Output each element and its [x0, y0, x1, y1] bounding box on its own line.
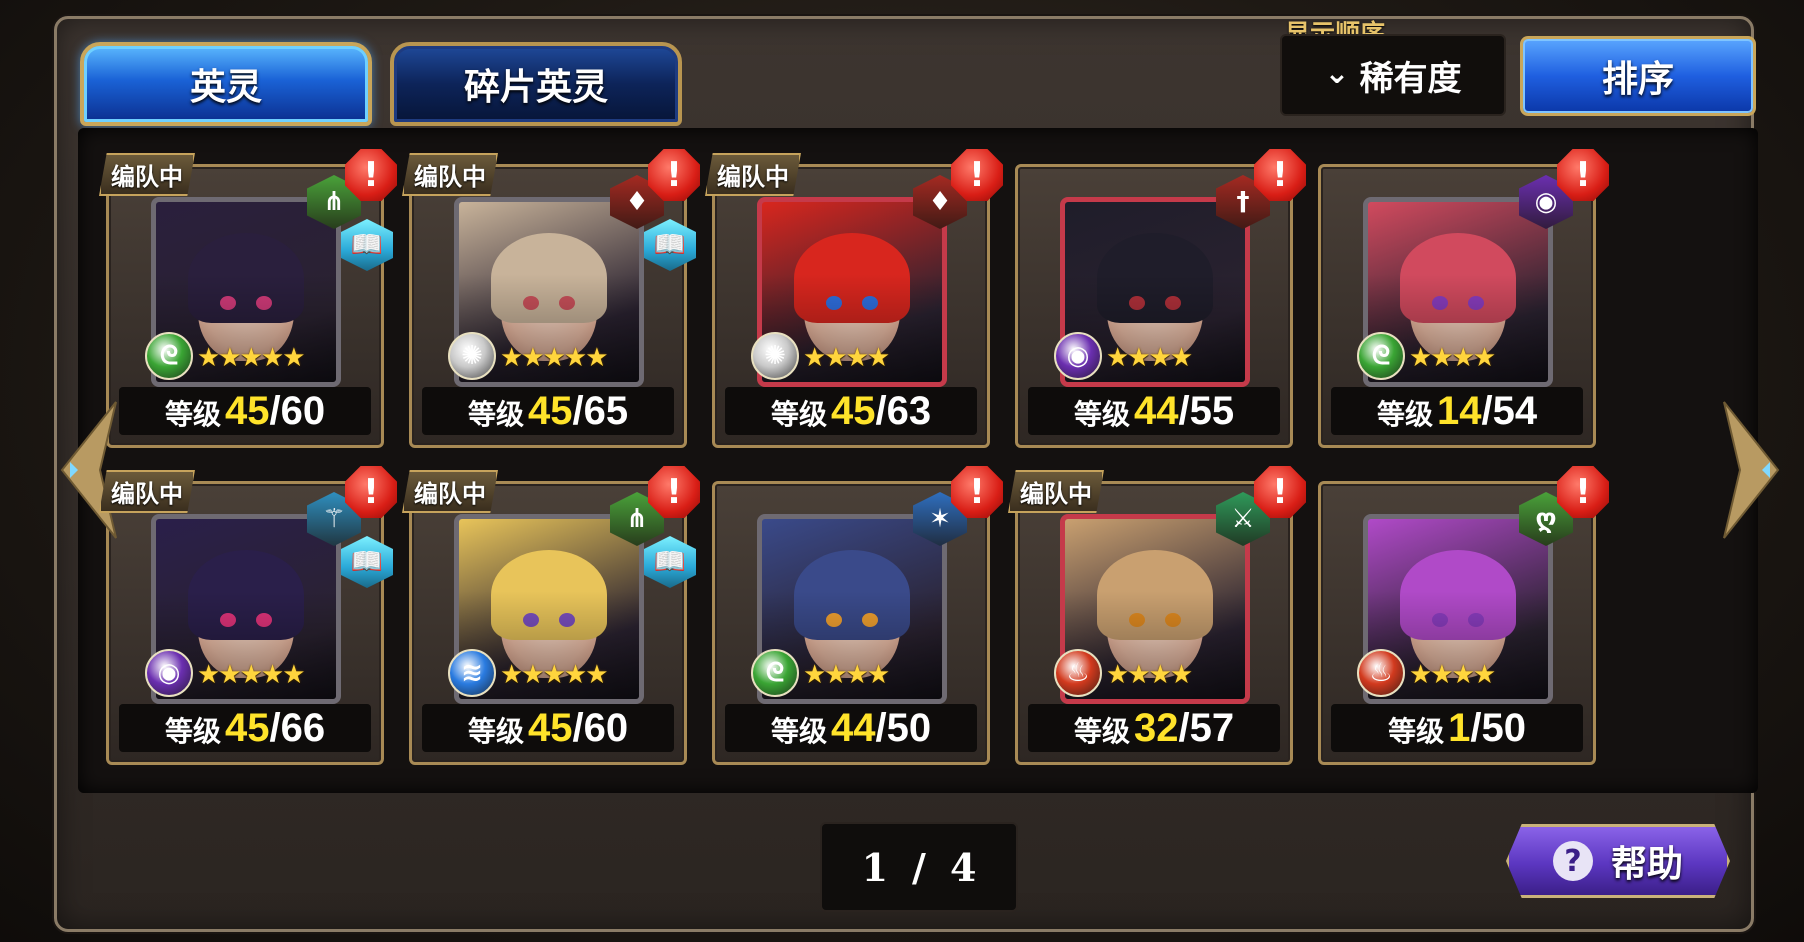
level-display: 等级 32/57 — [1028, 704, 1280, 752]
hero-card[interactable]: ! ✶ ᘓ ★★★★ 等级 44/50 — [712, 466, 1003, 765]
book-icon: 📖 — [341, 219, 393, 271]
level-max: /57 — [1178, 706, 1235, 750]
tab-fragment-heroes[interactable]: 碎片英灵 — [390, 42, 682, 126]
level-max: /65 — [572, 389, 629, 433]
element-icon: ᘓ — [751, 649, 799, 697]
hero-card[interactable]: ! † ◉ ★★★★ 等级 44/55 — [1015, 149, 1306, 448]
level-max: /66 — [269, 706, 326, 750]
level-label: 等级 — [1388, 715, 1445, 748]
in-team-badge: 编队中 — [402, 470, 498, 513]
element-icon: ♨ — [1357, 649, 1405, 697]
book-icon: 📖 — [341, 536, 393, 588]
hero-card[interactable]: ! ◉ ᘓ ★★★★ 等级 14/54 — [1318, 149, 1609, 448]
level-max: /60 — [269, 389, 326, 433]
sort-order-select[interactable]: ⌄ 稀有度 — [1280, 34, 1506, 116]
level-label: 等级 — [164, 398, 221, 431]
level-label: 等级 — [770, 398, 827, 431]
page-indicator: 1 / 4 — [820, 822, 1018, 912]
level-current: 45 — [527, 706, 573, 750]
book-icon: 📖 — [644, 536, 696, 588]
element-icon: ✺ — [751, 332, 799, 380]
arrow-right-icon[interactable] — [1722, 400, 1782, 540]
hero-card[interactable]: 编队中! ♦ ✺ ★★★★ 等级 45/63 — [705, 149, 1003, 448]
alert-icon: ! — [1254, 149, 1306, 201]
alert-icon: ! — [1557, 466, 1609, 518]
level-display: 等级 44/50 — [725, 704, 977, 752]
level-display: 等级 45/66 — [119, 704, 371, 752]
in-team-badge: 编队中 — [99, 153, 195, 196]
level-current: 44 — [830, 706, 876, 750]
level-max: /55 — [1178, 389, 1235, 433]
level-label: 等级 — [1073, 398, 1130, 431]
page-current: 1 — [861, 844, 889, 890]
tab-heroes[interactable]: 英灵 — [80, 42, 372, 126]
alert-icon: ! — [1557, 149, 1609, 201]
level-display: 等级 14/54 — [1331, 387, 1583, 435]
in-team-badge: 编队中 — [1008, 470, 1104, 513]
level-display: 等级 45/60 — [422, 704, 674, 752]
level-label: 等级 — [1073, 715, 1130, 748]
level-label: 等级 — [770, 715, 827, 748]
level-current: 45 — [830, 389, 876, 433]
rarity-stars: ★★★★ — [1409, 660, 1496, 690]
hero-card[interactable]: 编队中! ⋔ 📖 ≋ ★★★★★ 等级 45/60 — [402, 466, 700, 765]
element-icon: ♨ — [1054, 649, 1102, 697]
level-label: 等级 — [1376, 398, 1433, 431]
help-button[interactable]: ? 帮助 — [1506, 824, 1730, 898]
in-team-badge: 编队中 — [705, 153, 801, 196]
help-label: 帮助 — [1610, 843, 1683, 885]
level-label: 等级 — [467, 398, 524, 431]
element-icon: ◉ — [145, 649, 193, 697]
level-max: /60 — [572, 706, 629, 750]
level-current: 32 — [1133, 706, 1179, 750]
book-icon: 📖 — [644, 219, 696, 271]
rarity-stars: ★★★★★ — [500, 343, 609, 373]
level-current: 44 — [1133, 389, 1179, 433]
question-icon: ? — [1552, 841, 1593, 881]
level-max: /54 — [1481, 389, 1538, 433]
hero-card[interactable]: ! ღ ♨ ★★★★ 等级 1/50 — [1318, 466, 1609, 765]
level-max: /50 — [1470, 706, 1526, 750]
level-current: 1 — [1448, 706, 1471, 750]
hero-card[interactable]: 编队中! ⚔ ♨ ★★★★ 等级 32/57 — [1008, 466, 1306, 765]
in-team-badge: 编队中 — [402, 153, 498, 196]
element-icon: ᘓ — [145, 332, 193, 380]
page-separator: / — [912, 844, 926, 890]
level-current: 45 — [527, 389, 573, 433]
level-max: /63 — [875, 389, 932, 433]
chevron-down-icon: ⌄ — [1324, 55, 1350, 91]
level-display: 等级 44/55 — [1028, 387, 1280, 435]
rarity-stars: ★★★★ — [1409, 343, 1496, 373]
alert-icon: ! — [1254, 466, 1306, 518]
level-current: 45 — [224, 389, 270, 433]
element-icon: ◉ — [1054, 332, 1102, 380]
hero-card[interactable]: 编队中! ♦ 📖 ✺ ★★★★★ 等级 45/65 — [402, 149, 700, 448]
in-team-badge: 编队中 — [99, 470, 195, 513]
element-icon: ≋ — [448, 649, 496, 697]
hero-card[interactable]: 编队中! ⚚ 📖 ◉ ★★★★★ 等级 45/66 — [99, 466, 397, 765]
level-current: 14 — [1436, 389, 1482, 433]
level-display: 等级 45/63 — [725, 387, 977, 435]
rarity-stars: ★★★★★ — [197, 343, 306, 373]
hero-card[interactable]: 编队中! ⋔ 📖 ᘓ ★★★★★ 等级 45/60 — [99, 149, 397, 448]
sort-order-value: 稀有度 — [1359, 58, 1462, 99]
level-current: 45 — [224, 706, 270, 750]
level-max: /50 — [875, 706, 932, 750]
rarity-stars: ★★★★★ — [197, 660, 306, 690]
element-icon: ✺ — [448, 332, 496, 380]
rarity-stars: ★★★★ — [1106, 343, 1193, 373]
level-display: 等级 45/65 — [422, 387, 674, 435]
level-label: 等级 — [164, 715, 221, 748]
rarity-stars: ★★★★ — [803, 343, 890, 373]
rarity-stars: ★★★★ — [1106, 660, 1193, 690]
sort-button[interactable]: 排序 — [1520, 36, 1756, 116]
level-display: 等级 1/50 — [1331, 704, 1583, 752]
level-label: 等级 — [467, 715, 524, 748]
page-total: 4 — [949, 844, 977, 890]
hero-grid: 编队中! ⋔ 📖 ᘓ ★★★★★ 等级 45/60 编队中! ♦ 📖 ✺ ★★★★★ 等级 45/65 编队… — [78, 128, 1758, 793]
level-display: 等级 45/60 — [119, 387, 371, 435]
element-icon: ᘓ — [1357, 332, 1405, 380]
rarity-stars: ★★★★ — [803, 660, 890, 690]
rarity-stars: ★★★★★ — [500, 660, 609, 690]
